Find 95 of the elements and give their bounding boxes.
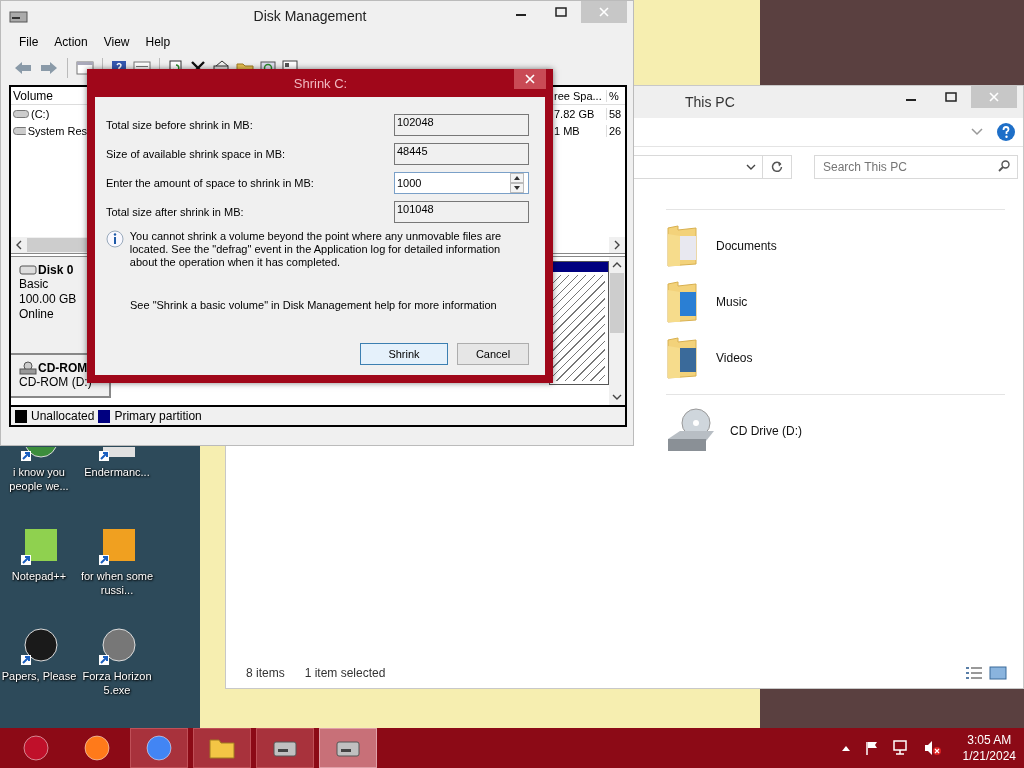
horizontal-scrollbar[interactable] <box>11 237 87 253</box>
table-cell: 26 <box>606 124 625 137</box>
help-message: See "Shrink a basic volume" in Disk Management help for more information <box>129 299 498 311</box>
speaker-muted-icon[interactable] <box>923 740 942 756</box>
drive-item[interactable]: CD Drive (D:) <box>666 407 1005 455</box>
maximize-icon <box>945 92 957 102</box>
field-label: Total size after shrink in MB: <box>106 205 244 218</box>
search-icon <box>998 160 1010 172</box>
clock-date[interactable]: 1/21/2024 <box>962 748 1016 764</box>
app-icon <box>19 627 59 667</box>
table-cell: (C:) <box>31 107 50 120</box>
disk-name: Disk 0 <box>38 263 74 277</box>
readonly-field: 48445 <box>394 142 529 165</box>
dropdown-icon <box>746 163 756 171</box>
minimize-icon <box>906 99 916 101</box>
table-cell-text: 1 MB <box>553 124 581 137</box>
taskbar-button[interactable] <box>193 728 251 768</box>
scroll-right-icon <box>613 240 621 250</box>
search-field[interactable]: Search This PC <box>814 155 1018 179</box>
app-icon <box>97 527 137 567</box>
scroll-down-icon[interactable] <box>612 393 622 401</box>
number-input-field[interactable]: 1000 <box>394 171 529 194</box>
scroll-up-icon[interactable] <box>612 261 622 269</box>
disk-drive-icon <box>9 8 29 24</box>
close-icon <box>989 92 999 102</box>
folder-item[interactable]: Documents <box>666 222 1005 270</box>
window-title: Disk Management <box>252 8 368 24</box>
thumbnail-view-icon[interactable] <box>989 666 1007 680</box>
field-label: Size of available shrink space in MB: <box>106 147 286 160</box>
back-arrow-icon[interactable] <box>13 60 33 76</box>
chevron-down-icon[interactable] <box>971 128 983 136</box>
maximize-icon <box>555 7 567 17</box>
dialog-button[interactable]: Shrink <box>360 343 448 365</box>
field-label: Total size before shrink in MB: <box>106 118 253 131</box>
app-icon <box>21 734 51 762</box>
scroll-thumb[interactable] <box>27 238 87 252</box>
column-header[interactable]: % <box>606 89 625 102</box>
scroll-right-button[interactable] <box>609 237 625 253</box>
app-icon <box>97 627 137 667</box>
scroll-thumb[interactable] <box>610 273 624 333</box>
refresh-icon <box>771 161 783 173</box>
table-cell-text: 7.82 GB <box>553 107 596 120</box>
vertical-scrollbar[interactable] <box>609 257 625 405</box>
disk-drive-icon <box>19 264 37 276</box>
close-icon <box>599 7 609 17</box>
spinner-arrows-icon[interactable] <box>510 172 524 193</box>
readonly-field: 102048 <box>394 113 529 136</box>
disk-detail: 100.00 GB <box>19 292 78 307</box>
desktop-shortcut[interactable]: Forza Horizon 5.exe <box>78 623 156 723</box>
taskbar-button[interactable] <box>319 728 377 768</box>
disk-name: CD-ROM <box>38 361 88 375</box>
menu-item[interactable]: Help <box>139 33 177 51</box>
minimize-icon <box>516 14 526 16</box>
taskbar-button[interactable] <box>256 728 314 768</box>
menu-item[interactable]: Action <box>48 33 94 51</box>
disk-detail: Online <box>19 307 55 322</box>
menu-item[interactable]: View <box>97 33 136 51</box>
folder-item[interactable]: Videos <box>666 334 1005 382</box>
folder-item[interactable]: Music <box>666 278 1005 326</box>
status-text: 8 items <box>246 666 285 680</box>
clock-time[interactable]: 3:05 AM <box>967 732 1012 748</box>
table-cell: System Res <box>27 124 87 137</box>
help-icon[interactable] <box>997 123 1015 141</box>
legend-label: Primary partition <box>114 409 202 423</box>
close-icon <box>525 74 535 84</box>
cd-drive-icon <box>19 361 37 375</box>
dialog-button[interactable]: Cancel <box>457 343 529 365</box>
menu-item[interactable]: File <box>13 33 45 51</box>
field-label: Enter the amount of space to shrink in MB: <box>106 176 314 189</box>
close-button[interactable] <box>514 69 546 89</box>
desktop-shortcut[interactable]: Papers, Please <box>0 623 78 723</box>
info-message: You cannot shrink a volume beyond the point where any unmovable files are located. See the "defrag" event in the Application log for detailed information about the operation when it has completed. <box>129 230 503 269</box>
refresh-button[interactable] <box>763 155 792 179</box>
column-header[interactable]: Volume <box>11 88 87 103</box>
status-text: 1 item selected <box>304 666 386 680</box>
info-icon <box>106 230 124 248</box>
drive-icon <box>13 109 29 118</box>
desktop-shortcut[interactable]: Notepad++ <box>0 523 78 623</box>
desktop-shortcut[interactable]: for when some russi... <box>78 523 156 623</box>
forward-arrow-icon[interactable] <box>39 60 59 76</box>
scroll-left-icon[interactable] <box>15 240 23 250</box>
readonly-field: 101048 <box>394 200 529 223</box>
drive-icon <box>13 126 26 135</box>
flag-icon[interactable] <box>863 740 880 756</box>
table-cell: 58 <box>606 107 625 120</box>
legend-label: Unallocated <box>31 409 95 423</box>
dialog-title: Shrink C: <box>292 75 349 91</box>
taskbar-button[interactable] <box>130 728 188 768</box>
app-icon <box>144 734 174 762</box>
details-view-icon[interactable] <box>965 666 983 680</box>
disk-detail: Basic <box>19 277 50 292</box>
app-icon <box>19 527 59 567</box>
window-title: This PC <box>685 94 736 110</box>
app-icon <box>82 734 112 762</box>
show-hidden-icons-icon[interactable] <box>840 744 851 752</box>
